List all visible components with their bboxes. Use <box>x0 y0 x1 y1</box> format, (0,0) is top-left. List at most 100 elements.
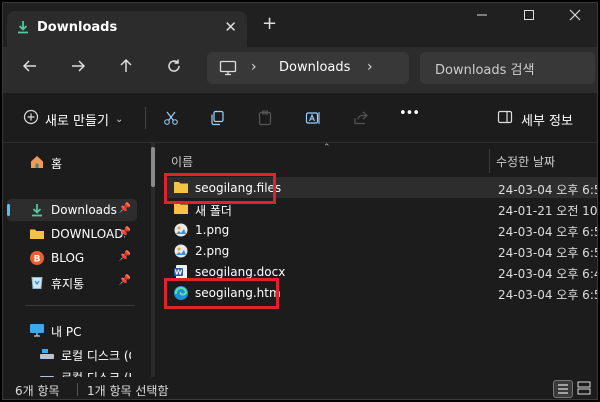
file-date: 24-03-04 오후 6:58 <box>498 288 597 302</box>
file-name: seogilang.files <box>195 181 282 195</box>
svg-text:W: W <box>175 269 183 277</box>
column-header-name[interactable]: 이름 <box>171 153 193 170</box>
blog-icon: B <box>29 250 45 269</box>
refresh-icon[interactable] <box>161 57 187 81</box>
title-bar: Downloads ✕ + <box>3 3 597 47</box>
file-date: 24-03-04 오후 6:59 <box>498 225 597 239</box>
chevron-right-icon: › <box>251 59 257 75</box>
more-options-icon[interactable]: ••• <box>399 106 420 121</box>
file-row[interactable]: 2.png 24-03-04 오후 6:59 <box>165 240 597 262</box>
drive-icon <box>39 346 55 365</box>
edge-html-icon <box>173 285 189 304</box>
image-file-icon <box>173 243 189 262</box>
paste-icon[interactable] <box>257 110 273 129</box>
details-label: 세부 정보 <box>521 113 573 129</box>
file-name: seogilang.docx <box>195 265 286 279</box>
file-row[interactable]: 새 폴더 24-01-21 오전 10:57 <box>165 198 598 219</box>
chevron-right-icon[interactable]: › <box>367 59 373 75</box>
tab-downloads[interactable]: Downloads ✕ <box>7 11 247 47</box>
file-list: ⌃ 이름 수정한 날짜 seogilang.files 24-03-04 오후 … <box>159 143 598 377</box>
sidebar-item-home[interactable]: 홈 <box>7 151 137 173</box>
address-bar[interactable]: › Downloads › <box>207 52 409 84</box>
column-divider[interactable] <box>489 149 490 173</box>
item-count: 6개 항목 <box>15 384 60 398</box>
details-button[interactable]: 세부 정보 <box>497 109 573 129</box>
search-input[interactable]: Downloads 검색 <box>420 52 595 84</box>
sidebar-item-this-pc[interactable]: 내 PC <box>7 319 137 341</box>
maximize-icon[interactable] <box>506 9 552 24</box>
image-file-icon <box>173 222 189 241</box>
file-name: 2.png <box>195 244 230 258</box>
download-icon <box>29 202 45 221</box>
details-pane-icon <box>497 109 513 129</box>
address-row: › Downloads › Downloads 검색 <box>3 47 597 93</box>
file-date: 24-01-21 오전 10:57 <box>498 204 598 218</box>
file-date: 24-03-04 오후 6:59 <box>498 246 597 260</box>
recycle-bin-icon <box>29 274 45 293</box>
new-button[interactable]: 새로 만들기 ⌄ <box>23 109 123 129</box>
column-header-date[interactable]: 수정한 날짜 <box>496 153 555 170</box>
file-row[interactable]: 1.png 24-03-04 오후 6:59 <box>165 219 597 241</box>
pin-icon[interactable]: 📌 <box>119 203 131 214</box>
rename-icon[interactable] <box>305 110 321 129</box>
sidebar-item-blog[interactable]: B BLOG 📌 <box>7 247 137 269</box>
back-arrow-icon[interactable] <box>17 57 43 81</box>
pin-icon[interactable]: 📌 <box>119 275 131 286</box>
svg-text:B: B <box>34 255 41 265</box>
home-icon <box>29 154 45 173</box>
up-arrow-icon[interactable] <box>113 57 139 81</box>
sidebar-item-label: 휴지통 <box>51 277 85 291</box>
file-name: 1.png <box>195 223 230 237</box>
sidebar-item-downloads-folder[interactable]: DOWNLOADS 📌 <box>7 223 137 245</box>
sidebar-item-label: BLOG <box>51 251 85 265</box>
pc-icon <box>219 60 237 79</box>
details-view-icon[interactable] <box>553 380 573 398</box>
folder-icon <box>173 180 189 198</box>
new-button-label: 새로 만들기 <box>45 113 109 129</box>
folder-icon <box>173 201 189 219</box>
file-name: seogilang.htm <box>195 286 281 300</box>
minimize-icon[interactable] <box>459 9 505 24</box>
scrollbar-thumb[interactable] <box>151 147 155 187</box>
sidebar-item-label: 내 PC <box>51 325 82 339</box>
close-tab-icon[interactable]: ✕ <box>224 18 237 36</box>
copy-icon[interactable] <box>209 110 225 129</box>
share-icon[interactable] <box>353 110 369 129</box>
sidebar-item-label: 홈 <box>51 157 63 171</box>
new-tab-button[interactable]: + <box>262 14 277 34</box>
folder-icon <box>29 226 45 245</box>
sidebar-item-recycle-bin[interactable]: 휴지통 📌 <box>7 271 137 293</box>
file-row[interactable]: seogilang.files 24-03-04 오후 6:58 <box>165 177 597 198</box>
cut-icon[interactable] <box>163 110 179 129</box>
pin-icon[interactable]: 📌 <box>119 227 131 238</box>
column-header-row: ⌃ 이름 수정한 날짜 <box>159 143 597 173</box>
divider <box>77 383 78 396</box>
pc-icon <box>29 322 45 341</box>
close-window-icon[interactable] <box>552 9 597 24</box>
file-row[interactable]: W seogilang.docx 24-03-04 오후 6:43 <box>165 261 597 283</box>
breadcrumb-downloads[interactable]: Downloads <box>279 60 350 75</box>
chevron-down-icon: ⌄ <box>114 113 124 125</box>
sidebar-item-downloads[interactable]: Downloads 📌 <box>7 199 137 221</box>
file-name: 새 폴더 <box>195 204 232 218</box>
divider <box>25 305 135 306</box>
forward-arrow-icon[interactable] <box>65 57 91 81</box>
sort-chevron-icon: ⌃ <box>323 143 331 153</box>
download-icon <box>15 19 31 38</box>
file-explorer-window: Downloads ✕ + › Downloads › Downloads 검색… <box>2 2 598 400</box>
pin-icon[interactable]: 📌 <box>119 251 131 262</box>
file-date: 24-03-04 오후 6:43 <box>498 267 597 281</box>
file-row[interactable]: seogilang.htm 24-03-04 오후 6:58 <box>165 282 597 304</box>
sidebar-item-local-disk-c[interactable]: 로컬 디스크 (C <box>7 343 137 365</box>
tab-title: Downloads <box>37 20 118 35</box>
sidebar-scrollbar[interactable] <box>151 143 155 377</box>
thumbnail-view-icon[interactable] <box>575 380 595 398</box>
selected-count: 1개 항목 선택함 <box>87 384 169 398</box>
file-date: 24-03-04 오후 6:58 <box>498 183 597 197</box>
word-file-icon: W <box>173 264 189 283</box>
command-bar: 새로 만들기 ⌄ ••• 세부 정보 <box>3 93 597 143</box>
sidebar-item-label: 로컬 디스크 (C <box>61 349 131 363</box>
navigation-pane: 홈 Downloads 📌 DOWNLOADS 📌 B BLOG 📌 휴지통 📌… <box>3 143 151 385</box>
plus-circle-icon <box>23 109 39 129</box>
divider <box>145 107 146 129</box>
